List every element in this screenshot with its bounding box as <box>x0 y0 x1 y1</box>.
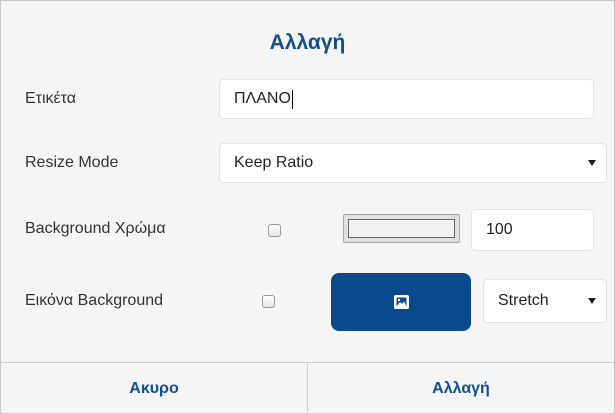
image-icon <box>393 295 409 309</box>
dialog-title: Αλλαγή <box>269 31 346 54</box>
image-mode-select[interactable]: Stretch <box>483 279 607 323</box>
label-input-value: ΠΛΑΝΟ <box>234 90 291 107</box>
background-color-label: Background Χρώμα <box>25 220 166 237</box>
opacity-input[interactable]: 100 <box>471 209 594 251</box>
background-color-checkbox[interactable] <box>268 224 281 237</box>
chevron-down-icon <box>588 160 596 166</box>
opacity-value: 100 <box>486 221 513 238</box>
resize-mode-value: Keep Ratio <box>234 154 314 171</box>
edit-dialog: Αλλαγή Ετικέτα ΠΛΑΝΟ Resize Mode Keep Ra… <box>0 0 615 414</box>
cancel-button[interactable]: Ακυρο <box>1 363 308 413</box>
background-color-picker[interactable] <box>343 214 460 243</box>
label-field-label: Ετικέτα <box>25 90 77 107</box>
background-image-checkbox[interactable] <box>262 295 275 308</box>
background-image-label: Εικόνα Background <box>25 292 164 309</box>
resize-mode-select[interactable]: Keep Ratio <box>219 143 607 183</box>
text-caret <box>291 89 293 109</box>
choose-image-button[interactable] <box>331 273 471 331</box>
confirm-button[interactable]: Αλλαγή <box>308 363 614 413</box>
resize-mode-label: Resize Mode <box>25 154 119 171</box>
chevron-down-icon <box>588 298 596 304</box>
color-swatch-preview <box>348 219 455 238</box>
dialog-footer: Ακυρο Αλλαγή <box>1 362 614 413</box>
label-input[interactable]: ΠΛΑΝΟ <box>219 79 594 119</box>
image-mode-value: Stretch <box>498 292 549 309</box>
